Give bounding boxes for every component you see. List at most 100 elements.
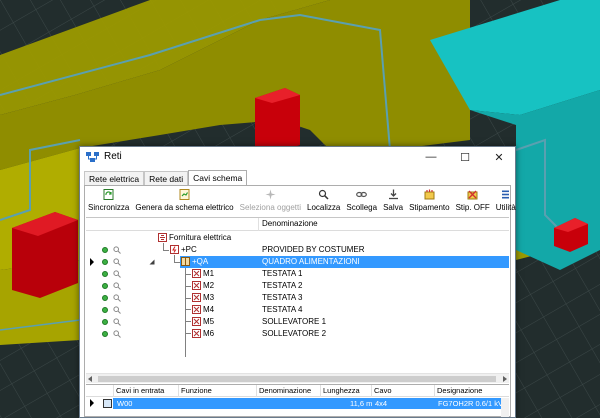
status-dot-icon [102, 247, 108, 253]
col-designazione[interactable]: Designazione [434, 385, 482, 397]
stipamento-button[interactable]: Stipamento [406, 187, 452, 217]
panel-cabinet-icon [181, 257, 190, 266]
scollega-button[interactable]: Scollega [343, 187, 380, 217]
cable-cavo: 4x4 [375, 399, 388, 408]
stip-off-label: Stip. OFF [455, 203, 490, 212]
col-funzione[interactable]: Funzione [178, 385, 212, 397]
tree-denominazione: TESTATA 4 [262, 305, 303, 314]
tree-node-label: +PC [181, 245, 197, 254]
tree-horizontal-scrollbar[interactable] [86, 373, 509, 383]
power-supply-icon [158, 233, 167, 242]
stip-off-icon [467, 190, 478, 200]
network-app-icon [86, 152, 99, 162]
locate-magnifier-icon[interactable] [113, 282, 121, 290]
locate-magnifier-icon[interactable] [113, 270, 121, 278]
tree-denominazione: QUADRO ALIMENTAZIONI [262, 257, 360, 266]
expand-triangle-icon[interactable] [149, 259, 155, 265]
tree-node-label: M3 [203, 293, 215, 302]
col-cavi-in-entrata[interactable]: Cavi in entrata [113, 385, 164, 397]
cable-designazione: FG7OH2R 0.6/1 kV [438, 399, 504, 408]
toolbar: Sincronizza Genera da schema elettrico S… [85, 187, 516, 217]
maximize-button[interactable]: ☐ [448, 147, 482, 167]
col-lunghezza[interactable]: Lunghezza [320, 385, 360, 397]
locate-magnifier-icon[interactable] [113, 294, 121, 302]
stipamento-label: Stipamento [409, 203, 450, 212]
tree-node-label: M2 [203, 281, 215, 290]
tree-row-m2[interactable]: M2 TESTATA 2 [86, 280, 509, 292]
title-bar[interactable]: Reti — ☐ ✕ [80, 147, 515, 167]
tree-row-m6[interactable]: M6 SOLLEVATORE 2 [86, 328, 509, 340]
locate-magnifier-icon[interactable] [113, 318, 121, 326]
stip-off-button[interactable]: Stip. OFF [453, 187, 493, 217]
magnifier-icon [319, 189, 329, 200]
col-cavo[interactable]: Cavo [371, 385, 392, 397]
cables-header: Cavi in entrata Funzione Denominazione L… [86, 385, 509, 397]
scroll-right-arrow-icon[interactable] [503, 376, 507, 382]
motor-icon [192, 269, 201, 278]
sincronizza-button[interactable]: Sincronizza [85, 187, 132, 217]
genera-label: Genera da schema elettrico [135, 203, 234, 212]
localizza-button[interactable]: Localizza [304, 187, 343, 217]
locate-magnifier-icon[interactable] [113, 330, 121, 338]
scroll-left-arrow-icon[interactable] [88, 376, 92, 382]
utilita-label: Utilità [495, 203, 516, 212]
tree-node-label: M1 [203, 269, 215, 278]
salva-label: Salva [383, 203, 404, 212]
scrollbar-thumb[interactable] [98, 376, 496, 382]
row-pointer-icon [90, 258, 94, 266]
utilita-button[interactable]: Utilità [493, 187, 519, 217]
tree-denominazione: PROVIDED BY COSTUMER [262, 245, 365, 254]
tree-row-qa[interactable]: +QA QUADRO ALIMENTAZIONI [86, 256, 509, 268]
tab-strip: Rete elettrica Rete dati Cavi schema [84, 170, 248, 186]
save-download-icon [388, 189, 398, 200]
unlink-icon [356, 191, 368, 198]
tab-cavi-schema[interactable]: Cavi schema [188, 170, 248, 186]
stipamento-icon [424, 189, 435, 200]
cable-lunghezza: 11,6 m [350, 399, 373, 408]
reti-dialog: Reti — ☐ ✕ Rete elettrica Rete dati Cavi… [79, 146, 516, 418]
motor-icon [192, 281, 201, 290]
seleziona-oggetti-button[interactable]: Seleziona oggetti [237, 187, 304, 217]
status-dot-icon [102, 307, 108, 313]
tree-node-label: M4 [203, 305, 215, 314]
sincronizza-label: Sincronizza [88, 203, 130, 212]
status-dot-icon [102, 319, 108, 325]
close-button[interactable]: ✕ [482, 147, 516, 167]
row-pointer-icon [90, 399, 94, 407]
tree-row-m1[interactable]: M1 TESTATA 1 [86, 268, 509, 280]
minimize-button[interactable]: — [414, 147, 448, 167]
tree-row-m4[interactable]: M4 TESTATA 4 [86, 304, 509, 316]
tree-row-m5[interactable]: M5 SOLLEVATORE 1 [86, 316, 509, 328]
tree-row-pc[interactable]: +PC PROVIDED BY COSTUMER [86, 244, 509, 256]
cable-code: W00 [117, 399, 133, 408]
locate-magnifier-icon[interactable] [113, 258, 121, 266]
tab-rete-elettrica[interactable]: Rete elettrica [84, 171, 145, 186]
locate-magnifier-icon[interactable] [113, 306, 121, 314]
motor-icon [192, 293, 201, 302]
localizza-label: Localizza [307, 203, 341, 212]
locate-magnifier-icon[interactable] [113, 246, 121, 254]
cables-vertical-scrollbar[interactable] [501, 398, 509, 417]
denominazione-column-header[interactable]: Denominazione [258, 218, 318, 231]
window-title: Reti [104, 151, 122, 162]
status-dot-icon [102, 283, 108, 289]
tree-node-label: M6 [203, 329, 215, 338]
network-tree-grid[interactable]: Denominazione Fornitura elettrica +PC PR… [86, 217, 509, 373]
switchboard-icon [170, 245, 179, 254]
genera-button[interactable]: Genera da schema elettrico [132, 187, 236, 217]
tree-denominazione: TESTATA 3 [262, 293, 303, 302]
cable-row[interactable]: W00 11,6 m 4x4 FG7OH2R 0.6/1 kV [86, 398, 509, 409]
tree-row-fornitura[interactable]: Fornitura elettrica [86, 232, 509, 244]
col-denominazione[interactable]: Denominazione [256, 385, 311, 397]
scollega-label: Scollega [346, 203, 378, 212]
cables-grid[interactable]: Cavi in entrata Funzione Denominazione L… [86, 384, 509, 417]
salva-button[interactable]: Salva [380, 187, 406, 217]
tree-denominazione: SOLLEVATORE 2 [262, 329, 327, 338]
seleziona-label: Seleziona oggetti [239, 203, 302, 212]
status-dot-icon [102, 259, 108, 265]
generate-schema-icon [179, 189, 190, 200]
tab-rete-dati[interactable]: Rete dati [144, 171, 189, 186]
tree-node-label: Fornitura elettrica [169, 233, 232, 242]
tree-row-m3[interactable]: M3 TESTATA 3 [86, 292, 509, 304]
motor-icon [192, 305, 201, 314]
